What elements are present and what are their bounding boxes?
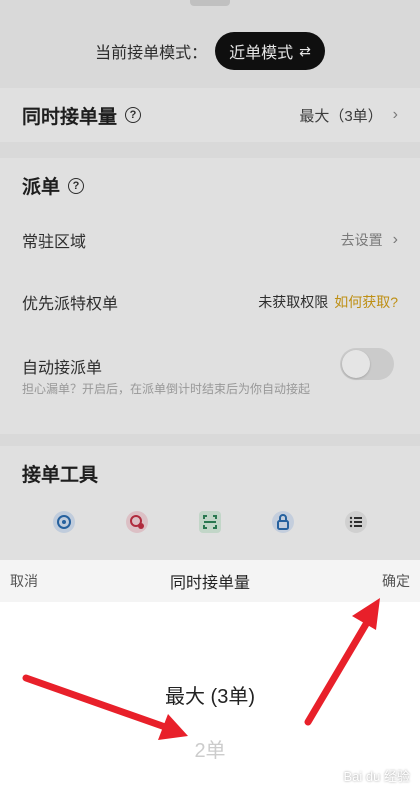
watermark: Bai du 经验 xyxy=(343,769,410,784)
picker-option-2[interactable]: 2单 xyxy=(0,734,420,763)
sheet-title: 同时接单量 xyxy=(169,575,250,592)
dim-overlay[interactable] xyxy=(0,0,420,560)
sheet-header: 取消 同时接单量 确定 xyxy=(0,560,420,602)
picker-option-max[interactable]: 最大 (3单) xyxy=(0,680,420,709)
quantity-picker-sheet: 取消 同时接单量 确定 最大 (3单) 2单 xyxy=(0,560,420,799)
